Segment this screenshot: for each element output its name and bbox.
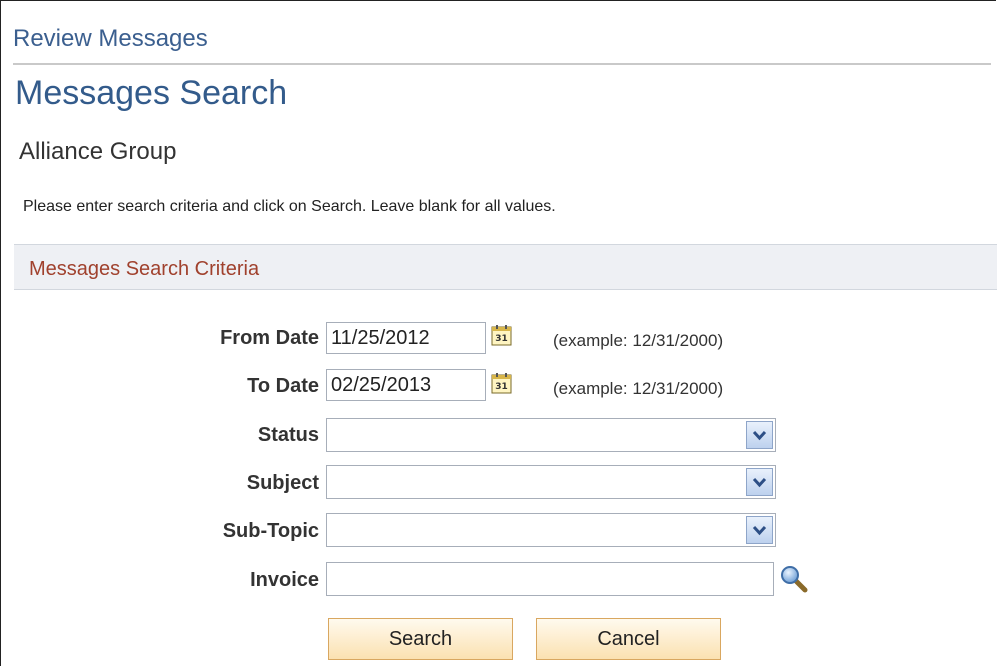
subject-label: Subject [246,472,319,494]
chevron-down-icon[interactable] [746,516,773,544]
page-subtitle: Alliance Group [19,138,177,165]
svg-text:31: 31 [495,382,508,392]
sub-topic-label: Sub-Topic [222,520,319,542]
invoice-input[interactable] [326,562,774,596]
page-frame: Review Messages Messages Search Alliance… [0,0,997,666]
status-label: Status [257,424,319,446]
cancel-button[interactable]: Cancel [536,618,721,660]
from-date-calendar-icon[interactable]: 31 [491,324,512,346]
magnifier-lookup-icon[interactable] [779,564,809,594]
breadcrumb-divider [13,63,991,65]
from-date-example: (example: 12/31/2000) [553,331,724,350]
search-button[interactable]: Search [328,618,513,660]
instructions-text: Please enter search criteria and click o… [23,198,556,215]
subject-select[interactable] [326,465,776,499]
breadcrumb: Review Messages [13,25,208,52]
to-date-example: (example: 12/31/2000) [553,379,724,398]
from-date-label: From Date [220,327,319,349]
section-title: Messages Search Criteria [29,258,260,280]
from-date-input[interactable] [326,322,486,354]
to-date-label: To Date [247,375,319,397]
chevron-down-icon[interactable] [746,421,773,449]
status-select[interactable] [326,418,776,452]
page-title: Messages Search [15,74,288,112]
to-date-input[interactable] [326,369,486,401]
invoice-label: Invoice [250,569,319,591]
sub-topic-select[interactable] [326,513,776,547]
chevron-down-icon[interactable] [746,468,773,496]
to-date-calendar-icon[interactable]: 31 [491,372,512,394]
section-header: Messages Search Criteria [14,244,997,290]
svg-text:31: 31 [495,334,508,344]
